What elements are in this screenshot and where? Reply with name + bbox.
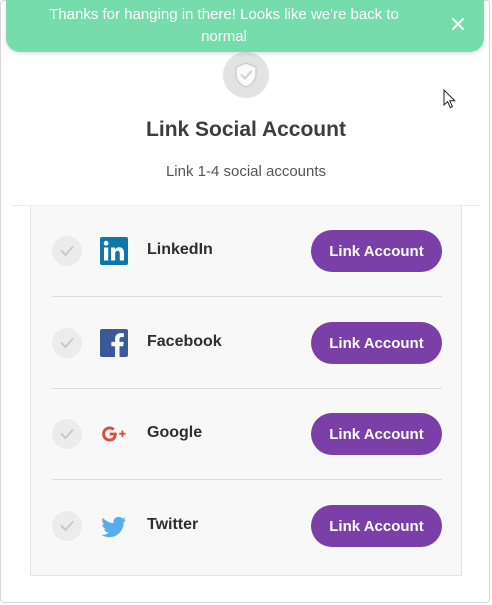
- link-facebook-button[interactable]: Link Account: [311, 322, 442, 364]
- page-subtitle: Link 1-4 social accounts: [165, 163, 327, 180]
- account-name: Facebook: [147, 333, 222, 350]
- shield-check-icon: [223, 52, 269, 98]
- check-icon: [52, 419, 82, 449]
- accounts-panel: LinkedIn Link Account Facebook Link Acco…: [30, 206, 462, 576]
- link-twitter-button[interactable]: Link Account: [311, 505, 442, 547]
- facebook-icon: [100, 329, 128, 357]
- account-name: Twitter: [147, 516, 199, 533]
- row-divider: [52, 296, 442, 297]
- linkedin-icon: [100, 237, 128, 265]
- page-title: Link Social Account: [146, 118, 346, 141]
- mouse-cursor-icon: [443, 89, 457, 109]
- account-row-google: Google Link Account: [52, 389, 442, 480]
- account-name: LinkedIn: [147, 241, 213, 258]
- account-row-twitter: Twitter Link Account: [52, 481, 442, 572]
- close-icon[interactable]: [450, 16, 466, 32]
- twitter-icon: [101, 516, 126, 538]
- link-social-modal: Link Social Account Link 1-4 social acco…: [0, 0, 490, 603]
- google-plus-icon: [102, 426, 126, 442]
- row-divider: [52, 479, 442, 480]
- link-google-button[interactable]: Link Account: [311, 413, 442, 455]
- link-linkedin-button[interactable]: Link Account: [311, 230, 442, 272]
- account-row-linkedin: LinkedIn Link Account: [52, 206, 442, 297]
- check-icon: [52, 236, 82, 266]
- account-name: Google: [147, 424, 203, 441]
- toast-message: Thanks for hanging in there! Looks like …: [49, 6, 399, 45]
- check-icon: [52, 328, 82, 358]
- notification-toast: Thanks for hanging in there! Looks like …: [6, 0, 484, 52]
- account-row-facebook: Facebook Link Account: [52, 298, 442, 389]
- check-icon: [52, 511, 82, 541]
